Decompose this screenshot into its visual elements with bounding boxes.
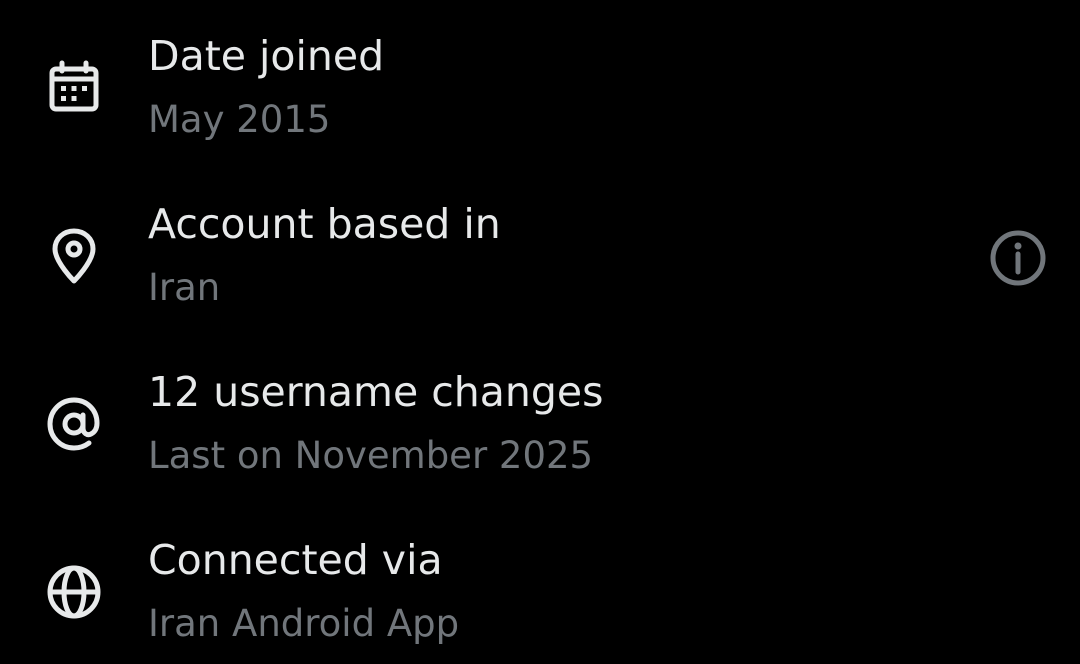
location-pin-icon (42, 224, 106, 288)
connected-via-label: Connected via (148, 536, 443, 584)
about-row-username-changes: 12 username changes Last on November 202… (0, 360, 1080, 490)
about-row-account-based-in: Account based in Iran (0, 192, 1080, 322)
date-joined-label: Date joined (148, 32, 385, 80)
account-based-in-value: Iran (148, 266, 221, 309)
connected-via-value: Iran Android App (148, 602, 460, 645)
username-changes-value: Last on November 2025 (148, 434, 594, 477)
info-icon[interactable] (986, 226, 1050, 290)
username-changes-label: 12 username changes (148, 368, 604, 416)
about-row-date-joined: Date joined May 2015 (0, 24, 1080, 154)
at-sign-icon (42, 392, 106, 456)
account-based-in-label: Account based in (148, 200, 501, 248)
date-joined-value: May 2015 (148, 98, 331, 141)
about-row-connected-via: Connected via Iran Android App (0, 528, 1080, 658)
globe-icon (42, 560, 106, 624)
calendar-icon (42, 56, 106, 120)
